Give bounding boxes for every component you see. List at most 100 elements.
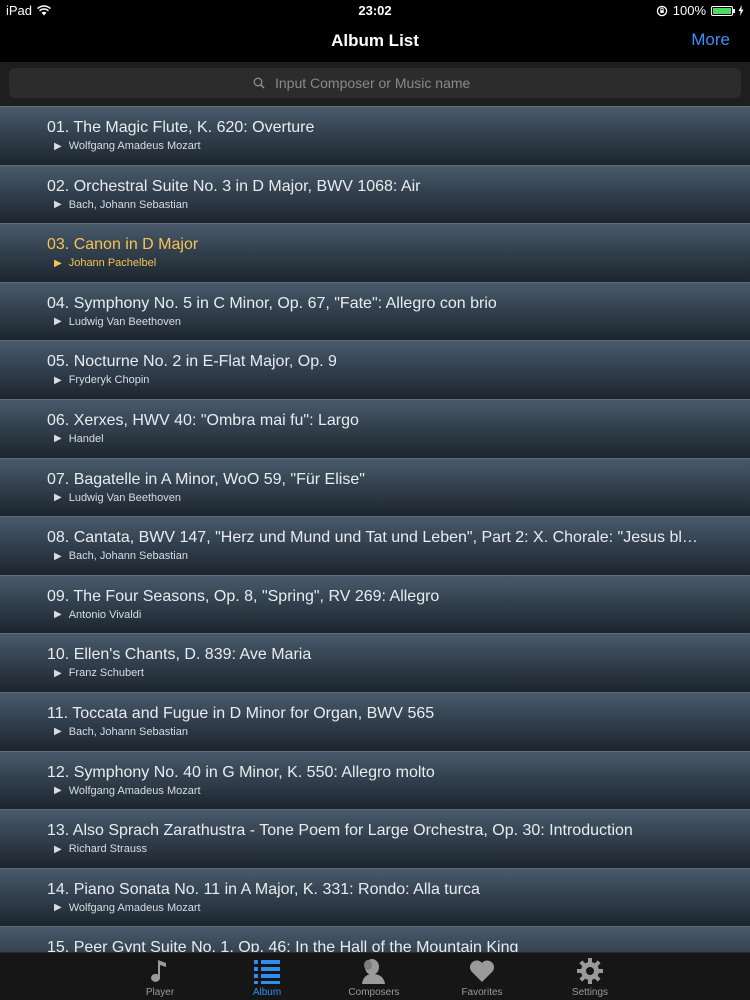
charging-icon: [738, 5, 744, 16]
tab-label: Album: [252, 987, 282, 998]
list-item[interactable]: 01. The Magic Flute, K. 620: Overture ▶ Wo…: [0, 106, 750, 165]
track-composer: Franz Schubert: [68, 667, 144, 680]
battery-icon: [711, 5, 735, 16]
heart-icon: [469, 960, 495, 982]
list-item[interactable]: 09. The Four Seasons, Op. 8, "Spring", R…: [0, 574, 750, 634]
play-arrow-icon: ▶: [54, 726, 62, 738]
play-arrow-icon: ▶: [54, 550, 62, 562]
track-title: 12. Symphony No. 40 in G Minor, K. 550: …: [47, 763, 435, 781]
rotation-lock-icon: [656, 5, 667, 16]
list-item[interactable]: 08. Cantata, BWV 147, "Herz und Mund und…: [0, 516, 750, 575]
track-composer-row: ▶ Ludwig Van Beethoven: [54, 316, 181, 328]
tab-bar: Player Album Composers Favorites Setting…: [0, 952, 750, 1000]
search-bar: [0, 62, 750, 106]
track-title: 01. The Magic Flute, K. 620: Overture: [47, 119, 315, 136]
track-composer-row: ▶ Wolfgang Amadeus Mozart: [54, 902, 201, 914]
track-title: 13. Also Sprach Zarathustra - Tone Poem …: [47, 822, 633, 840]
track-composer: Wolfgang Amadeus Mozart: [68, 784, 201, 797]
track-composer: Ludwig Van Beethoven: [68, 491, 182, 504]
list-item[interactable]: 02. Orchestral Suite No. 3 in D Major, B…: [0, 164, 750, 224]
app-screen: iPad 23:02 100% Album List More Input Co…: [0, 0, 750, 1000]
track-composer: Wolfgang Amadeus Mozart: [68, 140, 201, 152]
track-composer-row: ▶ Handel: [54, 433, 104, 445]
track-title: 11. Toccata and Fugue in D Minor for Org…: [47, 704, 435, 722]
track-composer: Antonio Vivaldi: [68, 608, 142, 621]
track-composer-row: ▶ Johann Pachelbel: [54, 257, 156, 269]
search-field[interactable]: [9, 68, 741, 98]
track-composer-row: ▶ Bach, Johann Sebastian: [54, 199, 188, 211]
track-title: 06. Xerxes, HWV 40: "Ombra mai fu": Larg…: [47, 411, 359, 429]
list-item[interactable]: 03. Canon in D Major ▶ Johann Pachelbel: [0, 223, 750, 282]
track-composer: Handel: [68, 432, 104, 445]
track-composer-row: ▶ Fryderyk Chopin: [54, 374, 149, 386]
status-time: 23:02: [358, 3, 392, 18]
album-list[interactable]: 01. The Magic Flute, K. 620: Overture ▶ Wo…: [0, 106, 750, 952]
track-composer: Fryderyk Chopin: [68, 374, 150, 387]
list-item[interactable]: 06. Xerxes, HWV 40: "Ombra mai fu": Larg…: [0, 398, 750, 458]
tab-settings[interactable]: Settings: [540, 953, 640, 1000]
play-arrow-icon: ▶: [54, 257, 62, 269]
play-arrow-icon: ▶: [54, 140, 62, 152]
tab-label: Player: [145, 987, 175, 998]
tab-label: Settings: [571, 987, 609, 998]
track-composer-row: ▶ Wolfgang Amadeus Mozart: [54, 785, 201, 797]
track-composer: Ludwig Van Beethoven: [68, 315, 182, 328]
play-arrow-icon: ▶: [54, 374, 62, 386]
track-title: 10. Ellen's Chants, D. 839: Ave Maria: [47, 646, 312, 664]
track-title: 04. Symphony No. 5 in C Minor, Op. 67, "…: [47, 294, 497, 312]
play-arrow-icon: ▶: [54, 492, 62, 504]
track-title: 09. The Four Seasons, Op. 8, "Spring", R…: [47, 587, 440, 605]
track-composer: Bach, Johann Sebastian: [68, 725, 188, 738]
track-composer: Johann Pachelbel: [68, 257, 157, 270]
navigation-bar: Album List More: [0, 20, 750, 62]
track-composer-row: ▶ Richard Strauss: [54, 843, 147, 855]
track-composer-row: ▶ Bach, Johann Sebastian: [54, 550, 188, 562]
search-input[interactable]: [273, 74, 497, 92]
play-arrow-icon: ▶: [54, 843, 62, 855]
track-title: 07. Bagatelle in A Minor, WoO 59, "Für E…: [47, 470, 365, 488]
tab-label: Composers: [348, 987, 400, 998]
composer-icon: [362, 959, 385, 984]
list-item[interactable]: 07. Bagatelle in A Minor, WoO 59, "Für E…: [0, 457, 750, 517]
track-title: 14. Piano Sonata No. 11 in A Major, K. 3…: [47, 880, 480, 898]
track-composer-row: ▶ Franz Schubert: [54, 667, 144, 679]
play-arrow-icon: ▶: [54, 902, 62, 914]
list-item[interactable]: 13. Also Sprach Zarathustra - Tone Poem …: [0, 809, 750, 868]
track-composer-row: ▶ Bach, Johann Sebastian: [54, 726, 188, 738]
list-item[interactable]: 04. Symphony No. 5 in C Minor, Op. 67, "…: [0, 281, 750, 341]
search-icon: [253, 77, 265, 89]
gear-icon: [577, 958, 603, 984]
battery-level: [713, 7, 731, 14]
music-note-icon: [151, 960, 166, 982]
play-arrow-icon: ▶: [54, 316, 62, 328]
track-title: 08. Cantata, BWV 147, "Herz und Mund und…: [47, 529, 700, 547]
track-composer: Bach, Johann Sebastian: [68, 198, 188, 211]
track-composer: Bach, Johann Sebastian: [68, 550, 188, 563]
list-icon: [254, 960, 280, 984]
tab-album[interactable]: Album: [217, 953, 317, 1000]
track-title: 02. Orchestral Suite No. 3 in D Major, B…: [47, 177, 421, 195]
track-title: 03. Canon in D Major: [47, 236, 199, 254]
play-arrow-icon: ▶: [54, 609, 62, 621]
list-item[interactable]: 05. Nocturne No. 2 in E-Flat Major, Op. …: [0, 340, 750, 399]
list-item[interactable]: 10. Ellen's Chants, D. 839: Ave Maria ▶ Fr…: [0, 633, 750, 692]
list-item[interactable]: 15. Peer Gynt Suite No. 1, Op. 46: In th…: [0, 926, 750, 952]
play-arrow-icon: ▶: [54, 199, 62, 211]
list-item[interactable]: 14. Piano Sonata No. 11 in A Major, K. 3…: [0, 867, 750, 927]
more-button[interactable]: More: [691, 30, 730, 50]
track-composer: Wolfgang Amadeus Mozart: [68, 901, 201, 914]
tab-player[interactable]: Player: [110, 953, 210, 1000]
battery-percent: 100%: [672, 3, 706, 18]
track-title: 15. Peer Gynt Suite No. 1, Op. 46: In th…: [47, 939, 519, 952]
tab-label: Favorites: [461, 987, 503, 998]
list-item[interactable]: 11. Toccata and Fugue in D Minor for Org…: [0, 691, 750, 751]
status-right: 100%: [656, 3, 744, 18]
tab-composers[interactable]: Composers: [324, 953, 424, 1000]
play-arrow-icon: ▶: [54, 667, 62, 679]
play-arrow-icon: ▶: [54, 433, 62, 445]
track-composer-row: ▶ Antonio Vivaldi: [54, 609, 141, 621]
track-composer-row: ▶ Ludwig Van Beethoven: [54, 492, 181, 504]
tab-favorites[interactable]: Favorites: [432, 953, 532, 1000]
track-title: 05. Nocturne No. 2 in E-Flat Major, Op. …: [47, 353, 337, 371]
list-item[interactable]: 12. Symphony No. 40 in G Minor, K. 550: …: [0, 750, 750, 810]
